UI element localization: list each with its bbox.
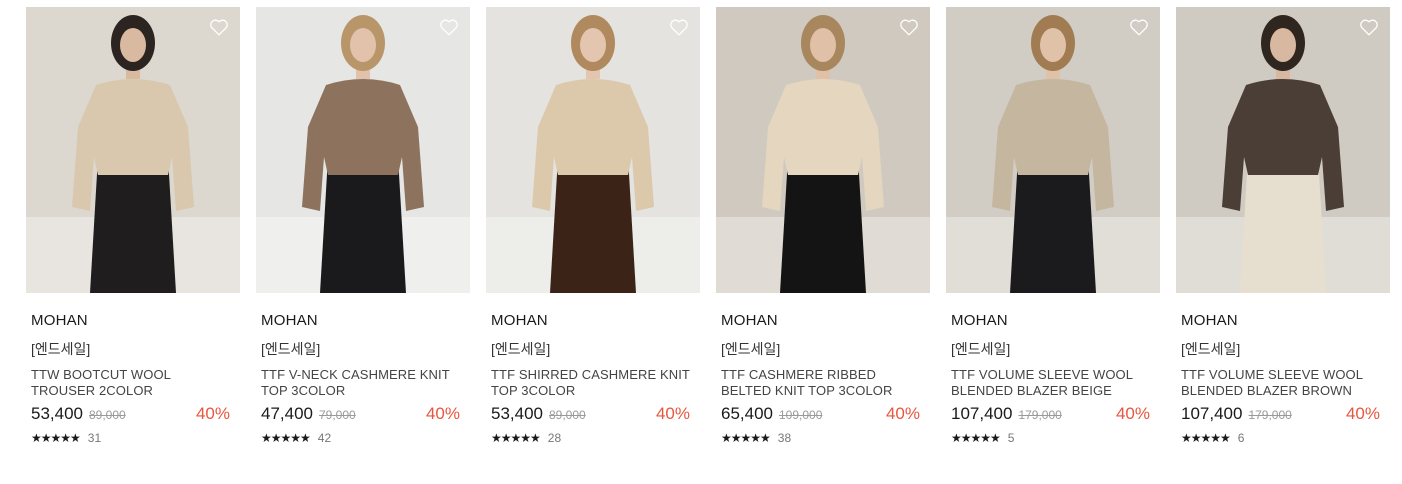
product-card[interactable]: MOHAN [엔드세일] TTF CASHMERE RIBBED BELTED … — [716, 7, 930, 445]
heart-outline-icon[interactable] — [1358, 16, 1380, 38]
product-name[interactable]: TTF CASHMERE RIBBED BELTED KNIT TOP 3COL… — [721, 367, 925, 399]
sale-tag: [엔드세일] — [1181, 341, 1241, 357]
product-image[interactable] — [1176, 7, 1390, 293]
discount-rate: 40% — [1115, 404, 1150, 423]
product-brand[interactable]: MOHAN — [31, 311, 235, 331]
original-price: 89,000 — [549, 408, 586, 422]
star-icon: ★★★★★ — [31, 431, 81, 445]
product-info: MOHAN [엔드세일] TTW BOOTCUT WOOL TROUSER 2C… — [26, 311, 240, 445]
heart-outline-icon[interactable] — [438, 16, 460, 38]
original-price: 79,000 — [319, 408, 356, 422]
product-grid: MOHAN [엔드세일] TTW BOOTCUT WOOL TROUSER 2C… — [26, 7, 1390, 445]
heart-outline-icon[interactable] — [1128, 16, 1150, 38]
product-name[interactable]: TTF VOLUME SLEEVE WOOL BLENDED BLAZER BE… — [951, 367, 1155, 399]
product-image[interactable] — [946, 7, 1160, 293]
review-count: 31 — [87, 431, 102, 445]
product-info: MOHAN [엔드세일] TTF VOLUME SLEEVE WOOL BLEN… — [1176, 311, 1390, 445]
product-photo — [1176, 7, 1390, 293]
product-brand[interactable]: MOHAN — [491, 311, 695, 331]
rating-row: ★★★★★ 38 — [721, 431, 925, 445]
review-count: 28 — [547, 431, 562, 445]
product-image[interactable] — [26, 7, 240, 293]
star-icon: ★★★★★ — [721, 431, 771, 445]
price-row: 107,400 179,000 40% — [951, 404, 1155, 426]
product-card[interactable]: MOHAN [엔드세일] TTF VOLUME SLEEVE WOOL BLEN… — [946, 7, 1160, 445]
product-card[interactable]: MOHAN [엔드세일] TTF SHIRRED CASHMERE KNIT T… — [486, 7, 700, 445]
product-card[interactable]: MOHAN [엔드세일] TTF V-NECK CASHMERE KNIT TO… — [256, 7, 470, 445]
original-price: 179,000 — [1248, 408, 1292, 422]
product-brand[interactable]: MOHAN — [721, 311, 925, 331]
sale-tag: [엔드세일] — [31, 341, 91, 357]
sale-price: 53,400 — [31, 404, 83, 423]
product-name[interactable]: TTF VOLUME SLEEVE WOOL BLENDED BLAZER BR… — [1181, 367, 1385, 399]
review-count: 42 — [317, 431, 332, 445]
star-icon: ★★★★★ — [951, 431, 1001, 445]
product-image[interactable] — [486, 7, 700, 293]
price-row: 53,400 89,000 40% — [491, 404, 695, 426]
sale-price: 47,400 — [261, 404, 313, 423]
sale-tag: [엔드세일] — [951, 341, 1011, 357]
sale-tag: [엔드세일] — [491, 341, 551, 357]
product-info: MOHAN [엔드세일] TTF V-NECK CASHMERE KNIT TO… — [256, 311, 470, 445]
price-row: 65,400 109,000 40% — [721, 404, 925, 426]
sale-tag: [엔드세일] — [721, 341, 781, 357]
product-brand[interactable]: MOHAN — [1181, 311, 1385, 331]
heart-outline-icon[interactable] — [898, 16, 920, 38]
product-brand[interactable]: MOHAN — [261, 311, 465, 331]
rating-row: ★★★★★ 28 — [491, 431, 695, 445]
price-row: 47,400 79,000 40% — [261, 404, 465, 426]
product-info: MOHAN [엔드세일] TTF SHIRRED CASHMERE KNIT T… — [486, 311, 700, 445]
product-card[interactable]: MOHAN [엔드세일] TTF VOLUME SLEEVE WOOL BLEN… — [1176, 7, 1390, 445]
product-card[interactable]: MOHAN [엔드세일] TTW BOOTCUT WOOL TROUSER 2C… — [26, 7, 240, 445]
heart-outline-icon[interactable] — [668, 16, 690, 38]
discount-rate: 40% — [195, 404, 230, 423]
discount-rate: 40% — [425, 404, 460, 423]
product-photo — [486, 7, 700, 293]
product-info: MOHAN [엔드세일] TTF CASHMERE RIBBED BELTED … — [716, 311, 930, 445]
original-price: 89,000 — [89, 408, 126, 422]
rating-row: ★★★★★ 5 — [951, 431, 1155, 445]
product-name[interactable]: TTW BOOTCUT WOOL TROUSER 2COLOR — [31, 367, 235, 399]
sale-price: 53,400 — [491, 404, 543, 423]
sale-tag: [엔드세일] — [261, 341, 321, 357]
original-price: 109,000 — [779, 408, 823, 422]
rating-row: ★★★★★ 42 — [261, 431, 465, 445]
product-photo — [946, 7, 1160, 293]
rating-row: ★★★★★ 31 — [31, 431, 235, 445]
product-photo — [716, 7, 930, 293]
review-count: 5 — [1007, 431, 1015, 445]
discount-rate: 40% — [655, 404, 690, 423]
product-brand[interactable]: MOHAN — [951, 311, 1155, 331]
review-count: 6 — [1237, 431, 1245, 445]
rating-row: ★★★★★ 6 — [1181, 431, 1385, 445]
discount-rate: 40% — [885, 404, 920, 423]
price-row: 53,400 89,000 40% — [31, 404, 235, 426]
star-icon: ★★★★★ — [261, 431, 311, 445]
sale-price: 65,400 — [721, 404, 773, 423]
product-photo — [26, 7, 240, 293]
product-photo — [256, 7, 470, 293]
heart-outline-icon[interactable] — [208, 16, 230, 38]
star-icon: ★★★★★ — [1181, 431, 1231, 445]
discount-rate: 40% — [1345, 404, 1380, 423]
original-price: 179,000 — [1018, 408, 1062, 422]
product-image[interactable] — [256, 7, 470, 293]
product-name[interactable]: TTF V-NECK CASHMERE KNIT TOP 3COLOR — [261, 367, 465, 399]
product-info: MOHAN [엔드세일] TTF VOLUME SLEEVE WOOL BLEN… — [946, 311, 1160, 445]
star-icon: ★★★★★ — [491, 431, 541, 445]
product-name[interactable]: TTF SHIRRED CASHMERE KNIT TOP 3COLOR — [491, 367, 695, 399]
product-image[interactable] — [716, 7, 930, 293]
sale-price: 107,400 — [1181, 404, 1243, 423]
price-row: 107,400 179,000 40% — [1181, 404, 1385, 426]
sale-price: 107,400 — [951, 404, 1013, 423]
review-count: 38 — [777, 431, 792, 445]
